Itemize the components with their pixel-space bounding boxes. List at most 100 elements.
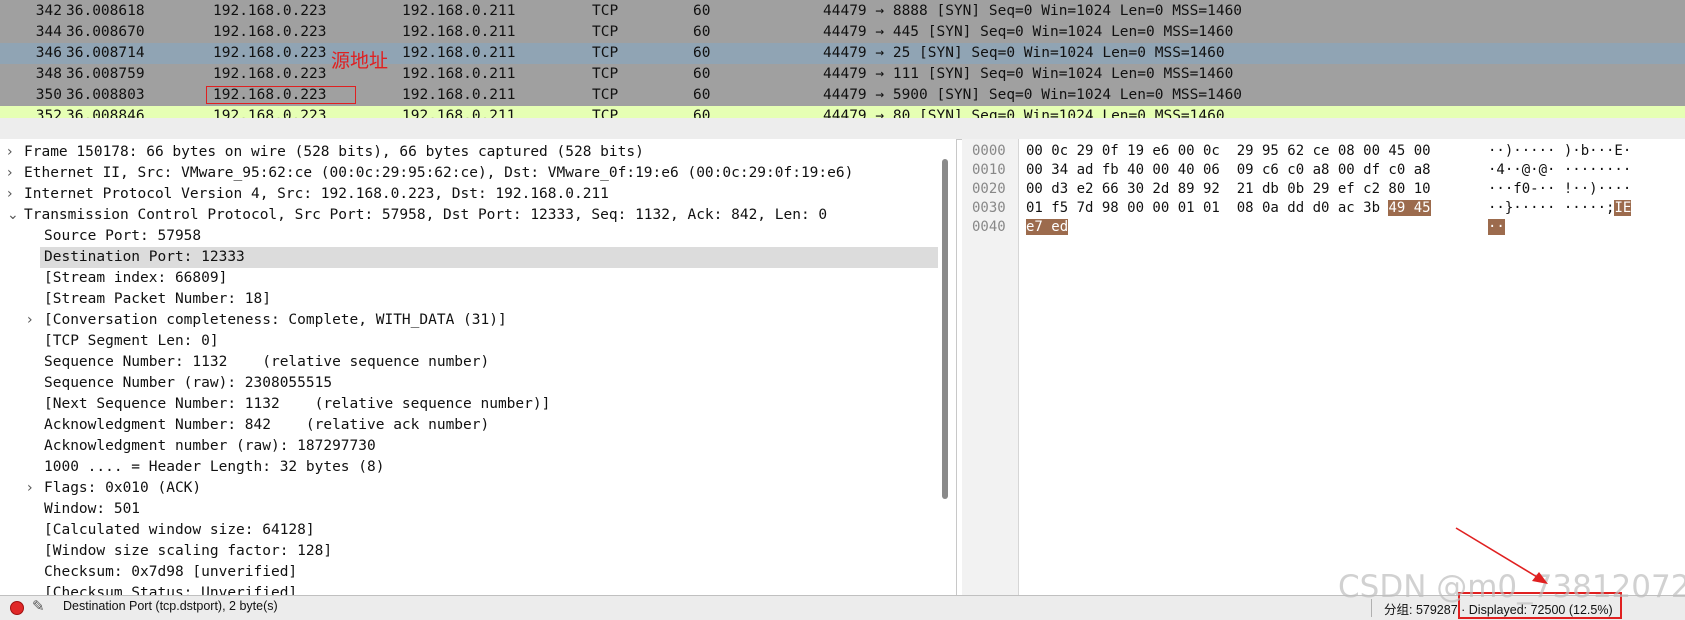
tree-item-field[interactable]: [Window size scaling factor: 128]	[0, 541, 940, 562]
packet-row[interactable]: 352 36.008846 192.168.0.223 192.168.0.21…	[0, 106, 1685, 118]
packet-info: 44479 → 80 [SYN] Seq=0 Win=1024 Len=0 MS…	[823, 108, 1225, 118]
tree-item-label: Acknowledgment number (raw): 187297730	[44, 438, 376, 454]
pane-splitter[interactable]	[0, 118, 1685, 140]
packet-source: 192.168.0.223	[213, 66, 327, 82]
tree-item-label: Checksum: 0x7d98 [unverified]	[44, 564, 298, 580]
hex-bytes[interactable]: 00 34 ad fb 40 00 40 06 09 c6 c0 a8 00 d…	[1026, 161, 1431, 180]
hex-ascii[interactable]: ··}····· ·····;IE	[1488, 199, 1632, 218]
hex-bytes[interactable]: 01 f5 7d 98 00 00 01 01 08 0a dd d0 ac 3…	[1026, 199, 1431, 218]
packet-time: 36.008714	[66, 45, 145, 61]
edit-comment-icon[interactable]: ✎	[32, 597, 45, 615]
tree-item-field[interactable]: [Checksum Status: Unverified]	[0, 583, 940, 595]
packet-no: 346	[35, 45, 62, 61]
tree-item-field[interactable]: 1000 .... = Header Length: 32 bytes (8)	[0, 457, 940, 478]
tree-item-ethernet[interactable]: › Ethernet II, Src: VMware_95:62:ce (00:…	[0, 163, 940, 184]
tree-item-field[interactable]: Source Port: 57958	[0, 226, 940, 247]
tree-item-field[interactable]: [Calculated window size: 64128]	[0, 520, 940, 541]
packet-destination: 192.168.0.211	[402, 24, 516, 40]
packet-no: 342	[35, 3, 62, 19]
packet-info: 44479 → 25 [SYN] Seq=0 Win=1024 Len=0 MS…	[823, 45, 1225, 61]
hex-offset: 0000	[972, 143, 1006, 159]
packet-no: 350	[35, 87, 62, 103]
packet-source: 192.168.0.223	[213, 45, 327, 61]
hex-bytes[interactable]: 00 d3 e2 66 30 2d 89 92 21 db 0b 29 ef c…	[1026, 180, 1431, 199]
tree-item-label: [Calculated window size: 64128]	[44, 522, 315, 538]
tree-item-field[interactable]: [TCP Segment Len: 0]	[0, 331, 940, 352]
hex-bytes-highlighted: e7 ed	[1026, 219, 1069, 235]
tree-item-ipv4[interactable]: › Internet Protocol Version 4, Src: 192.…	[0, 184, 940, 205]
expand-arrow-icon[interactable]: ›	[7, 142, 13, 163]
tree-item-field[interactable]: Sequence Number: 1132 (relative sequence…	[0, 352, 940, 373]
hex-bytes-highlighted: 49 45	[1388, 200, 1431, 216]
tree-item-field[interactable]: [Stream index: 66809]	[0, 268, 940, 289]
packet-length: 60	[693, 24, 711, 40]
packet-row[interactable]: 348 36.008759 192.168.0.223 192.168.0.21…	[0, 64, 1685, 85]
selected-field-info: Destination Port (tcp.dstport), 2 byte(s…	[63, 599, 278, 613]
tree-item-field[interactable]: Checksum: 0x7d98 [unverified]	[0, 562, 940, 583]
tree-item-frame[interactable]: › Frame 150178: 66 bytes on wire (528 bi…	[0, 142, 940, 163]
details-scrollbar[interactable]	[942, 159, 948, 499]
tree-item-label: Acknowledgment Number: 842 (relative ack…	[44, 417, 490, 433]
tree-item-label: Sequence Number (raw): 2308055515	[44, 375, 333, 391]
hex-ascii[interactable]: ··	[1488, 218, 1505, 237]
hex-bytes[interactable]: 00 0c 29 0f 19 e6 00 0c 29 95 62 ce 08 0…	[1026, 142, 1431, 161]
packet-time: 36.008618	[66, 3, 145, 19]
tree-item-field-selected[interactable]: Destination Port: 12333	[0, 247, 940, 268]
tree-item-field[interactable]: › [Conversation completeness: Complete, …	[0, 310, 940, 331]
tree-item-label: 1000 .... = Header Length: 32 bytes (8)	[44, 459, 385, 475]
packet-time: 36.008846	[66, 108, 145, 118]
annotation-arrow-icon	[1455, 527, 1548, 584]
expand-arrow-icon[interactable]: ›	[7, 163, 13, 184]
expand-arrow-icon[interactable]: ›	[27, 310, 33, 331]
packet-length: 60	[693, 45, 711, 61]
tree-item-label: Frame 150178: 66 bytes on wire (528 bits…	[24, 144, 644, 160]
packet-list[interactable]: 342 36.008618 192.168.0.223 192.168.0.21…	[0, 0, 1685, 118]
tree-item-field[interactable]: Sequence Number (raw): 2308055515	[0, 373, 940, 394]
packet-no: 344	[35, 24, 62, 40]
hex-offset: 0010	[972, 162, 1006, 178]
packet-destination: 192.168.0.211	[402, 66, 516, 82]
collapse-arrow-icon[interactable]: ⌄	[7, 205, 19, 226]
tree-item-field[interactable]: [Stream Packet Number: 18]	[0, 289, 940, 310]
hex-offset: 0020	[972, 181, 1006, 197]
tree-item-field[interactable]: Window: 501	[0, 499, 940, 520]
expand-arrow-icon[interactable]: ›	[7, 184, 13, 205]
expand-arrow-icon[interactable]: ›	[27, 478, 33, 499]
packet-source: 192.168.0.223	[213, 108, 327, 118]
tree-item-field[interactable]: Acknowledgment Number: 842 (relative ack…	[0, 415, 940, 436]
packet-row[interactable]: 342 36.008618 192.168.0.223 192.168.0.21…	[0, 1, 1685, 22]
tree-item-field[interactable]: Acknowledgment number (raw): 187297730	[0, 436, 940, 457]
packet-bytes-pane[interactable]: 0000 00 0c 29 0f 19 e6 00 0c 29 95 62 ce…	[962, 139, 1685, 595]
tree-item-tcp[interactable]: ⌄ Transmission Control Protocol, Src Por…	[0, 205, 940, 226]
tree-item-label: Sequence Number: 1132 (relative sequence…	[44, 354, 490, 370]
tree-item-label: [Next Sequence Number: 1132 (relative se…	[44, 396, 551, 412]
hex-ascii[interactable]: ··)····· )·b···E·	[1488, 142, 1631, 161]
hex-ascii-plain: ··}····· ·····;	[1488, 200, 1615, 216]
source-annotation-box	[206, 86, 356, 104]
hex-ascii[interactable]: ·4··@·@· ········	[1488, 161, 1631, 180]
packet-protocol: TCP	[592, 3, 619, 19]
tree-item-label: Destination Port: 12333	[44, 249, 245, 265]
packet-details-pane[interactable]: › Frame 150178: 66 bytes on wire (528 bi…	[0, 139, 957, 595]
packet-protocol: TCP	[592, 45, 619, 61]
tree-item-label: [Conversation completeness: Complete, WI…	[44, 312, 507, 328]
packet-info: 44479 → 5900 [SYN] Seq=0 Win=1024 Len=0 …	[823, 87, 1243, 103]
source-annotation-label: 源地址	[331, 50, 389, 72]
tree-item-field[interactable]: › Flags: 0x010 (ACK)	[0, 478, 940, 499]
tree-item-label: Flags: 0x010 (ACK)	[44, 480, 202, 496]
packet-info: 44479 → 8888 [SYN] Seq=0 Win=1024 Len=0 …	[823, 3, 1243, 19]
tree-item-label: Transmission Control Protocol, Src Port:…	[24, 207, 828, 223]
tree-item-field[interactable]: [Next Sequence Number: 1132 (relative se…	[0, 394, 940, 415]
tree-item-label: [Window size scaling factor: 128]	[44, 543, 333, 559]
tree-item-label: Internet Protocol Version 4, Src: 192.16…	[24, 186, 609, 202]
hex-bytes-plain: 01 f5 7d 98 00 00 01 01 08 0a dd d0 ac 3…	[1026, 200, 1389, 216]
tree-item-label: [Checksum Status: Unverified]	[44, 585, 298, 595]
packet-destination: 192.168.0.211	[402, 3, 516, 19]
packet-row[interactable]: 344 36.008670 192.168.0.223 192.168.0.21…	[0, 22, 1685, 43]
capture-status-icon[interactable]	[10, 601, 24, 615]
packet-row-selected[interactable]: 346 36.008714 192.168.0.223 192.168.0.21…	[0, 43, 1685, 64]
packet-source: 192.168.0.223	[213, 3, 327, 19]
hex-ascii[interactable]: ···f0-·· !··)····	[1488, 180, 1631, 199]
hex-bytes[interactable]: e7 ed	[1026, 218, 1069, 237]
packet-destination: 192.168.0.211	[402, 45, 516, 61]
